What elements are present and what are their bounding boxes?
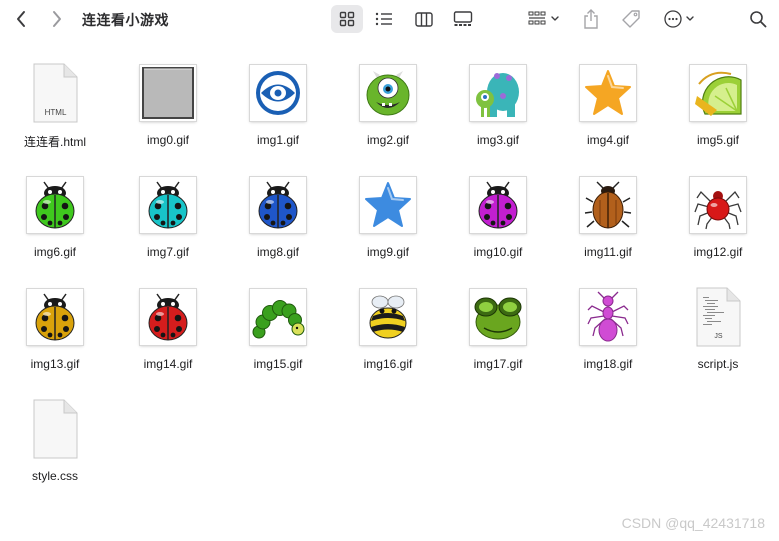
bee-icon: [360, 289, 416, 345]
lime-slice-icon: [690, 65, 746, 121]
svg-text:HTML: HTML: [45, 108, 67, 117]
file-item[interactable]: img0.gif: [113, 63, 223, 167]
file-item[interactable]: img13.gif: [0, 287, 110, 391]
file-item[interactable]: img18.gif: [553, 287, 663, 391]
svg-text:JS: JS: [714, 333, 723, 340]
file-name: img9.gif: [366, 245, 410, 259]
file-item[interactable]: img2.gif: [333, 63, 443, 167]
file-item[interactable]: img3.gif: [443, 63, 553, 167]
file-item[interactable]: img1.gif: [223, 63, 333, 167]
file-item[interactable]: img14.gif: [113, 287, 223, 391]
js-file-icon: JS: [688, 287, 748, 347]
ladybug-icon: [470, 177, 526, 233]
file-name: img8.gif: [256, 245, 300, 259]
file-name: img7.gif: [146, 245, 190, 259]
file-name: img2.gif: [366, 133, 410, 147]
star-icon: [360, 177, 416, 233]
file-item[interactable]: style.css: [0, 399, 110, 503]
gray-square-icon: [140, 65, 196, 121]
monster-pair-icon: [470, 65, 526, 121]
file-name: img3.gif: [476, 133, 520, 147]
file-item[interactable]: img12.gif: [663, 175, 773, 279]
file-item[interactable]: img6.gif: [0, 175, 110, 279]
file-name: img18.gif: [583, 357, 633, 371]
ladybug-icon: [27, 177, 83, 233]
file-name: style.css: [31, 469, 78, 483]
file-item[interactable]: img17.gif: [443, 287, 553, 391]
file-name: img4.gif: [586, 133, 630, 147]
file-name: img0.gif: [146, 133, 190, 147]
file-item[interactable]: img9.gif: [333, 175, 443, 279]
file-item[interactable]: img16.gif: [333, 287, 443, 391]
file-name: img13.gif: [30, 357, 80, 371]
star-icon: [580, 65, 636, 121]
spider-icon: [690, 177, 746, 233]
file-item[interactable]: img7.gif: [113, 175, 223, 279]
file-name: img15.gif: [253, 357, 303, 371]
file-name: img16.gif: [363, 357, 413, 371]
file-item[interactable]: img4.gif: [553, 63, 663, 167]
green-monster-icon: [360, 65, 416, 121]
file-name: img6.gif: [33, 245, 77, 259]
watermark: CSDN @qq_42431718: [621, 515, 765, 531]
file-item[interactable]: img15.gif: [223, 287, 333, 391]
file-name: img1.gif: [256, 133, 300, 147]
file-name: script.js: [697, 357, 739, 371]
file-item[interactable]: img11.gif: [553, 175, 663, 279]
file-item[interactable]: img10.gif: [443, 175, 553, 279]
file-grid: HTML 连连看.html img0.gif img1.gif img2.gif…: [0, 0, 779, 541]
file-name: img12.gif: [693, 245, 743, 259]
file-name: img14.gif: [143, 357, 193, 371]
file-name: img17.gif: [473, 357, 523, 371]
monsters-logo-icon: [250, 65, 306, 121]
file-name: img10.gif: [473, 245, 523, 259]
file-item[interactable]: img5.gif: [663, 63, 773, 167]
ladybug-icon: [250, 177, 306, 233]
ladybug-icon: [140, 289, 196, 345]
html-file-icon: HTML: [25, 63, 85, 123]
file-item[interactable]: HTML 连连看.html: [0, 63, 110, 167]
file-name: img11.gif: [584, 245, 632, 259]
ladybug-icon: [27, 289, 83, 345]
beetle-icon: [580, 177, 636, 233]
frog-face-icon: [470, 289, 526, 345]
file-item[interactable]: img8.gif: [223, 175, 333, 279]
file-item[interactable]: JS script.js: [663, 287, 773, 391]
ladybug-icon: [140, 177, 196, 233]
css-file-icon: [25, 399, 85, 459]
file-name: img5.gif: [696, 133, 740, 147]
file-name: 连连看.html: [23, 135, 86, 149]
ant-icon: [580, 289, 636, 345]
caterpillar-icon: [250, 289, 306, 345]
